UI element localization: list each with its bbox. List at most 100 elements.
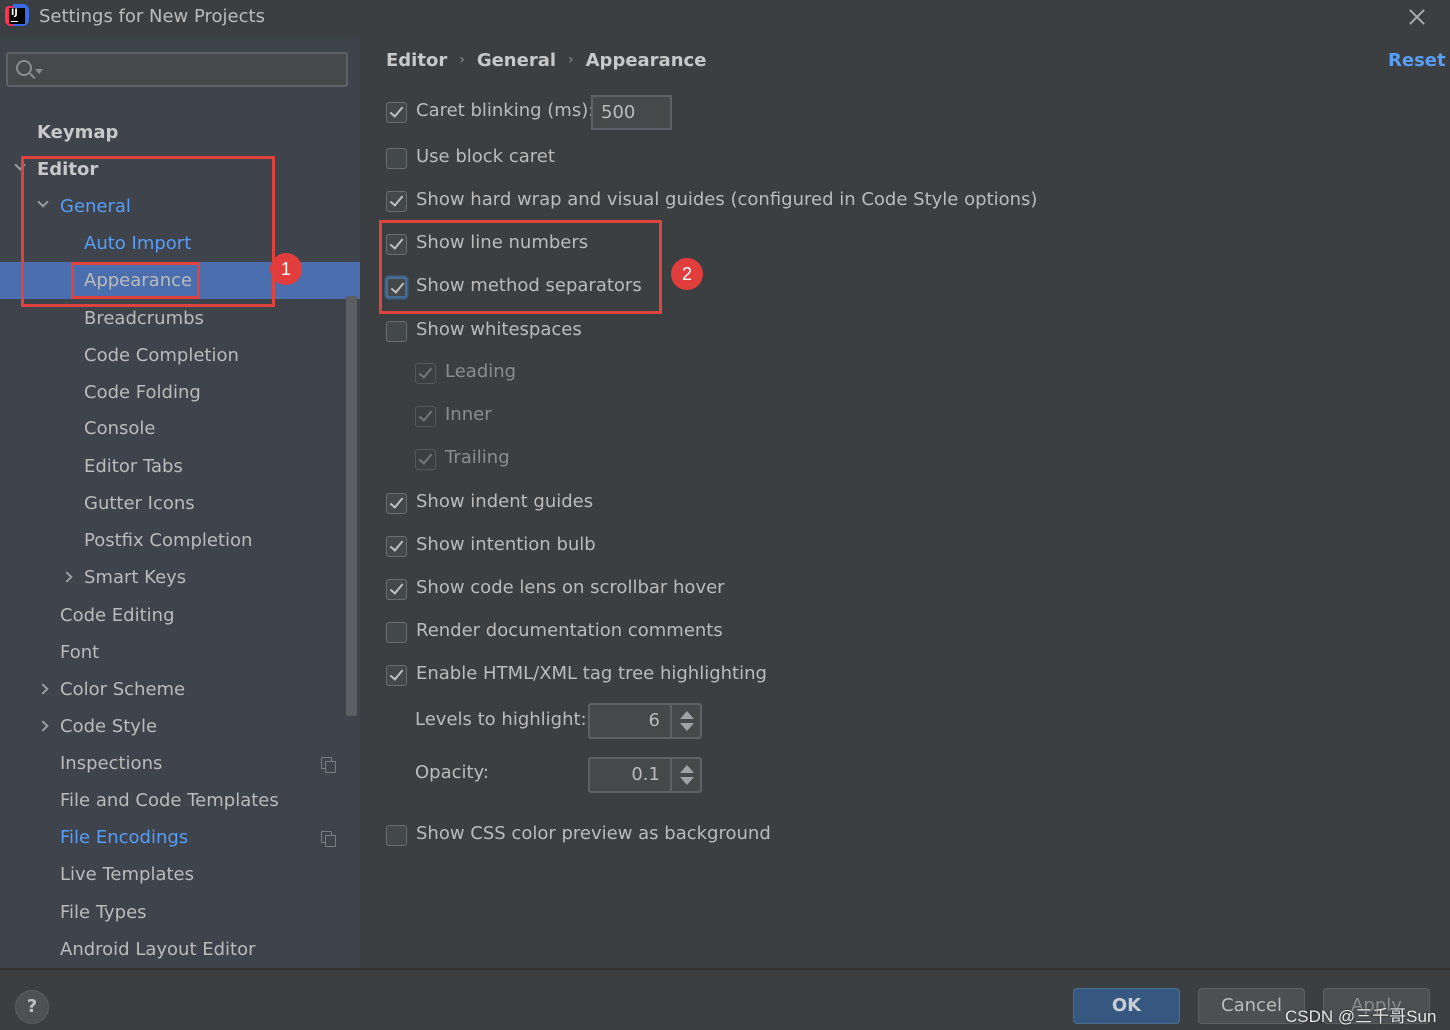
chevron-right-icon[interactable] bbox=[37, 720, 49, 732]
sidebar-item-inspections[interactable]: Inspections bbox=[0, 745, 360, 782]
levels-to-highlight-spinner[interactable]: 6 bbox=[588, 703, 702, 739]
spinner-arrows[interactable] bbox=[670, 759, 700, 791]
checkbox[interactable] bbox=[386, 622, 407, 643]
chevron-down-icon[interactable] bbox=[37, 196, 49, 208]
sidebar-item-auto-import[interactable]: Auto Import bbox=[0, 225, 360, 262]
checkbox[interactable] bbox=[386, 277, 407, 298]
sidebar-item-code-folding[interactable]: Code Folding bbox=[0, 374, 360, 411]
sidebar-item-label: Code Style bbox=[60, 716, 158, 737]
search-icon bbox=[16, 60, 32, 76]
breadcrumb-separator: › bbox=[568, 52, 574, 68]
option-label: Show line numbers bbox=[416, 232, 589, 253]
sidebar-item-keymap[interactable]: Keymap bbox=[0, 114, 360, 151]
sidebar-item-label: Live Templates bbox=[60, 864, 194, 885]
project-copy-icon bbox=[321, 831, 336, 847]
option-label: Show method separators bbox=[416, 275, 642, 296]
chevron-down-icon[interactable] bbox=[14, 159, 26, 171]
sidebar-item-android-layout-editor[interactable]: Android Layout Editor bbox=[0, 931, 360, 968]
option-label: Show hard wrap and visual guides (config… bbox=[416, 189, 1038, 210]
spinner-arrows[interactable] bbox=[670, 705, 700, 737]
option-label: Leading bbox=[445, 361, 517, 382]
sidebar-item-console[interactable]: Console bbox=[0, 410, 360, 447]
sidebar-item-label: Code Folding bbox=[84, 382, 201, 403]
option-label: Show CSS color preview as background bbox=[416, 823, 771, 844]
checkbox[interactable] bbox=[386, 825, 407, 846]
levels-value[interactable]: 6 bbox=[590, 705, 668, 737]
sidebar-item-postfix-completion[interactable]: Postfix Completion bbox=[0, 522, 360, 559]
sidebar-item-color-scheme[interactable]: Color Scheme bbox=[0, 671, 360, 708]
sidebar-item-label: Inspections bbox=[60, 753, 163, 774]
sidebar-item-label: Auto Import bbox=[84, 233, 192, 254]
checkbox[interactable] bbox=[386, 148, 407, 169]
checkbox[interactable] bbox=[386, 665, 407, 686]
sidebar-item-gutter-icons[interactable]: Gutter Icons bbox=[0, 485, 360, 522]
sidebar-item-label: File and Code Templates bbox=[60, 790, 279, 811]
option-label: Show code lens on scrollbar hover bbox=[416, 577, 725, 598]
levels-to-highlight-label: Levels to highlight: bbox=[415, 709, 587, 730]
spinner-down-icon[interactable] bbox=[680, 723, 694, 731]
dialog-footer: ? OK Cancel Apply CSDN @三千哥Sun bbox=[0, 968, 1450, 1030]
checkbox[interactable] bbox=[386, 536, 407, 557]
sidebar-item-label: Smart Keys bbox=[84, 567, 187, 588]
checkbox[interactable] bbox=[386, 234, 407, 255]
breadcrumb-item: General bbox=[476, 50, 557, 71]
close-icon[interactable] bbox=[1404, 4, 1430, 30]
checkbox[interactable] bbox=[386, 321, 407, 342]
ok-button[interactable]: OK bbox=[1073, 988, 1180, 1024]
sidebar-item-font[interactable]: Font bbox=[0, 634, 360, 671]
caret-blinking-input[interactable]: 500 bbox=[591, 95, 672, 130]
sidebar-scrollbar[interactable] bbox=[346, 296, 357, 716]
sidebar-item-file-and-code-templates[interactable]: File and Code Templates bbox=[0, 782, 360, 819]
sidebar-item-editor[interactable]: Editor bbox=[0, 151, 360, 188]
opacity-spinner[interactable]: 0.1 bbox=[588, 757, 702, 793]
sidebar-item-code-completion[interactable]: Code Completion bbox=[0, 337, 360, 374]
sidebar-item-label: Breadcrumbs bbox=[84, 308, 204, 329]
sidebar-item-editor-tabs[interactable]: Editor Tabs bbox=[0, 448, 360, 485]
breadcrumb: Editor › General › Appearance bbox=[386, 50, 706, 71]
title-bar: IJ Settings for New Projects bbox=[0, 0, 1450, 38]
sidebar-item-smart-keys[interactable]: Smart Keys bbox=[0, 559, 360, 596]
sidebar-item-label: Keymap bbox=[37, 122, 119, 143]
chevron-right-icon[interactable] bbox=[61, 571, 73, 583]
search-options-dropdown-icon[interactable] bbox=[35, 69, 43, 74]
sidebar-item-label: Postfix Completion bbox=[84, 530, 253, 551]
sidebar-item-live-templates[interactable]: Live Templates bbox=[0, 856, 360, 893]
breadcrumb-item: Editor bbox=[386, 50, 448, 71]
sidebar-item-label: Code Completion bbox=[84, 345, 239, 366]
annotation-badge-1: 1 bbox=[270, 253, 302, 285]
checkbox[interactable] bbox=[386, 102, 407, 123]
sidebar-item-code-editing[interactable]: Code Editing bbox=[0, 597, 360, 634]
search-input[interactable] bbox=[6, 52, 348, 87]
sidebar-item-code-style[interactable]: Code Style bbox=[0, 708, 360, 745]
option-label: Trailing bbox=[445, 447, 510, 468]
sidebar-item-label: Editor bbox=[37, 159, 99, 180]
sidebar-item-file-types[interactable]: File Types bbox=[0, 894, 360, 931]
sidebar-item-file-encodings[interactable]: File Encodings bbox=[0, 819, 360, 856]
checkbox[interactable] bbox=[386, 493, 407, 514]
option-label: Caret blinking (ms): bbox=[416, 100, 595, 121]
reset-link[interactable]: Reset bbox=[1388, 50, 1446, 71]
option-label: Show whitespaces bbox=[416, 319, 582, 340]
sidebar-item-appearance[interactable]: Appearance bbox=[0, 262, 360, 299]
spinner-down-icon[interactable] bbox=[680, 777, 694, 785]
sidebar-item-label: Gutter Icons bbox=[84, 493, 195, 514]
checkbox bbox=[415, 363, 436, 384]
intellij-idea-icon: IJ bbox=[5, 4, 29, 28]
sidebar-item-label: File Types bbox=[60, 902, 147, 923]
sidebar-item-label: Editor Tabs bbox=[84, 456, 183, 477]
checkbox[interactable] bbox=[386, 191, 407, 212]
project-copy-icon bbox=[321, 757, 336, 773]
checkbox bbox=[415, 449, 436, 470]
spinner-up-icon[interactable] bbox=[680, 765, 694, 773]
sidebar-item-label: General bbox=[60, 196, 131, 217]
sidebar-item-general[interactable]: General bbox=[0, 188, 360, 225]
spinner-up-icon[interactable] bbox=[680, 711, 694, 719]
opacity-value[interactable]: 0.1 bbox=[590, 759, 668, 791]
app-icon-text: IJ bbox=[11, 8, 18, 18]
sidebar-item-breadcrumbs[interactable]: Breadcrumbs bbox=[0, 300, 360, 337]
help-button[interactable]: ? bbox=[15, 990, 49, 1024]
sidebar-item-label: Color Scheme bbox=[60, 679, 186, 700]
checkbox[interactable] bbox=[386, 579, 407, 600]
chevron-right-icon[interactable] bbox=[37, 683, 49, 695]
option-label: Inner bbox=[445, 404, 492, 425]
